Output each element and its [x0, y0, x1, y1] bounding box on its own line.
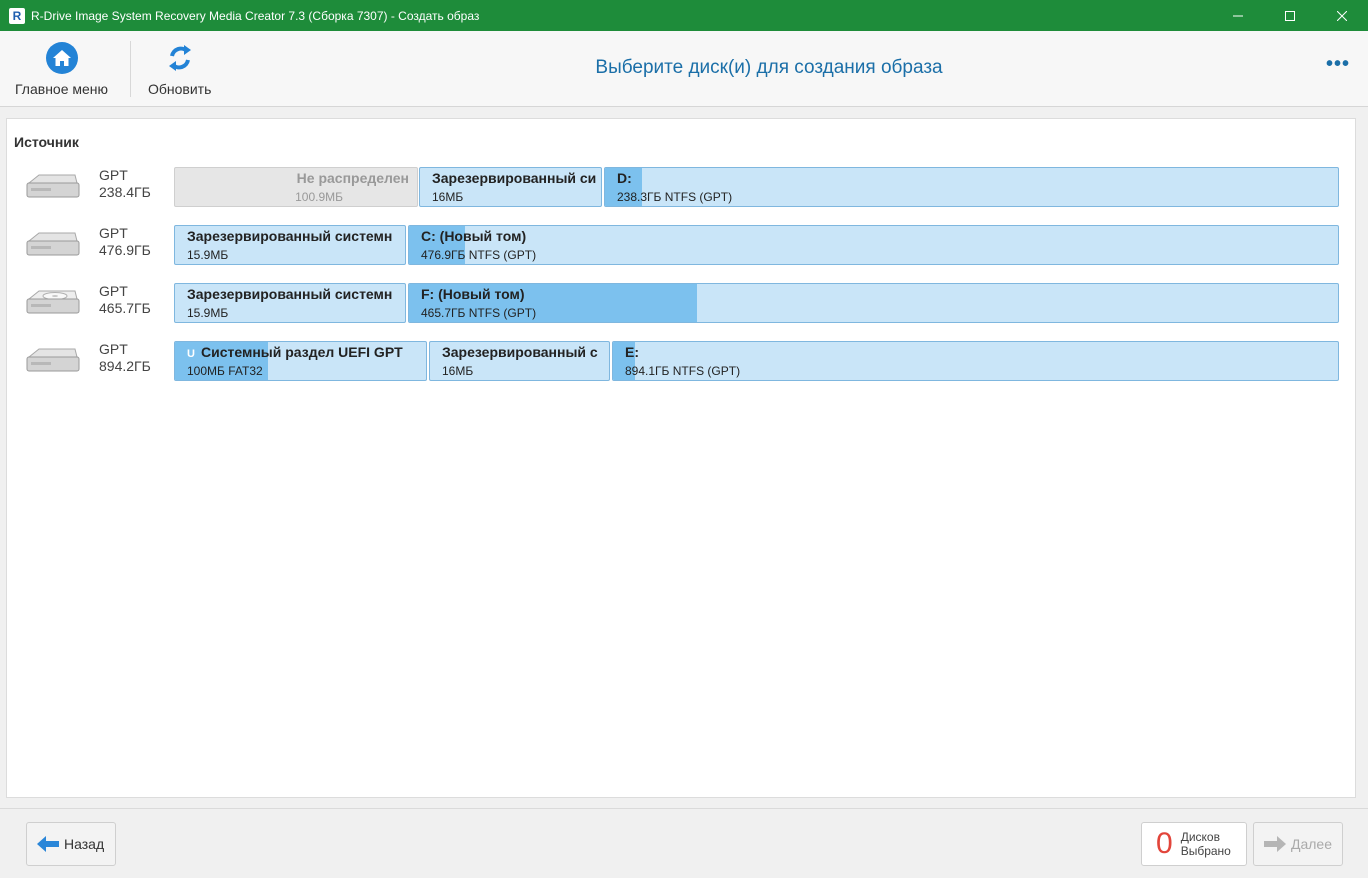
close-button[interactable] — [1316, 0, 1368, 31]
minimize-icon — [1233, 15, 1243, 16]
footer: Назад 0 Дисков Выбрано Далее — [0, 808, 1368, 878]
disk-type: GPT — [99, 225, 128, 241]
window-title: R-Drive Image System Recovery Media Crea… — [31, 8, 480, 23]
selected-caption: Дисков Выбрано — [1181, 830, 1231, 858]
disk-row[interactable]: GPT 238.4ГБ Не распределен 100.9МБ Зарез… — [7, 167, 1347, 209]
toolbar: Главное меню Обновить Выберите диск(и) д… — [0, 31, 1368, 107]
partition[interactable]: C: (Новый том) 476.9ГБ NTFS (GPT) — [408, 225, 1339, 265]
next-button[interactable]: Далее — [1253, 822, 1343, 866]
disk-row[interactable]: GPT 476.9ГБ Зарезервированный системн 15… — [7, 225, 1347, 267]
maximize-icon — [1285, 10, 1295, 21]
page-title: Выберите диск(и) для создания образа — [595, 57, 943, 78]
partition-name: Зарезервированный системн — [187, 286, 393, 302]
partition-info: 476.9ГБ NTFS (GPT) — [421, 248, 537, 262]
disk-row[interactable]: GPT 894.2ГБ U Системный раздел UEFI GPT 1… — [7, 341, 1347, 383]
disk-size: 894.2ГБ — [99, 358, 151, 374]
next-label: Далее — [1291, 836, 1333, 852]
hard-disk-icon — [26, 348, 80, 372]
source-panel: Источник GPT 238.4ГБ Не распределен 100.… — [6, 118, 1356, 798]
partition-name: Зарезервированный системн — [187, 228, 393, 244]
app-icon: R — [9, 7, 25, 24]
partition-name: E: — [625, 344, 639, 360]
close-icon — [1337, 10, 1347, 21]
selected-count: 0 — [1156, 827, 1173, 860]
selected-disks-counter: 0 Дисков Выбрано — [1141, 822, 1247, 866]
partition-name: Системный раздел UEFI GPT — [201, 344, 403, 360]
partition-name: Зарезервированный с — [442, 344, 598, 360]
minimize-button[interactable] — [1212, 0, 1264, 31]
partition[interactable]: Зарезервированный системн 15.9МБ — [174, 225, 406, 265]
partition-info: 16МБ — [442, 364, 474, 378]
partition-name: C: (Новый том) — [421, 228, 527, 244]
title-bar: R R-Drive Image System Recovery Media Cr… — [0, 0, 1368, 31]
disk-size: 465.7ГБ — [99, 300, 151, 316]
partition[interactable]: F: (Новый том) 465.7ГБ NTFS (GPT) — [408, 283, 1339, 323]
partition-unallocated[interactable]: Не распределен 100.9МБ — [174, 167, 418, 207]
disk-type: GPT — [99, 341, 128, 357]
selected-caption-line2: Выбрано — [1180, 844, 1231, 858]
refresh-label: Обновить — [148, 81, 212, 97]
partition[interactable]: E: 894.1ГБ NTFS (GPT) — [612, 341, 1339, 381]
partition-name-wrap: U Системный раздел UEFI GPT — [187, 344, 403, 360]
partition[interactable]: U Системный раздел UEFI GPT 100МБ FAT32 — [174, 341, 427, 381]
partition-info: 238.3ГБ NTFS (GPT) — [617, 190, 733, 204]
hard-disk-icon — [26, 174, 80, 198]
back-button[interactable]: Назад — [26, 822, 116, 866]
partition-info: 100.9МБ — [295, 190, 343, 204]
selected-caption-line1: Дисков — [1180, 830, 1220, 844]
partition-info: 15.9МБ — [187, 306, 229, 320]
partition-name: Не распределен — [296, 170, 409, 186]
arrow-right-icon — [1264, 836, 1286, 852]
partition-info: 15.9МБ — [187, 248, 229, 262]
partition-info: 16МБ — [432, 190, 464, 204]
disk-size: 476.9ГБ — [99, 242, 151, 258]
partition[interactable]: Зарезервированный системн 15.9МБ — [174, 283, 406, 323]
more-options-button[interactable]: ••• — [1326, 53, 1350, 76]
maximize-button[interactable] — [1264, 0, 1316, 31]
partition[interactable]: D: 238.3ГБ NTFS (GPT) — [604, 167, 1339, 207]
partition-name: Зарезервированный си — [432, 170, 597, 186]
partition-name: D: — [617, 170, 632, 186]
uefi-icon: U — [187, 348, 195, 360]
section-title: Источник — [14, 134, 79, 150]
back-label: Назад — [64, 836, 105, 852]
hard-disk-icon — [26, 232, 80, 256]
disk-row[interactable]: GPT 465.7ГБ Зарезервированный системн 15… — [7, 283, 1347, 325]
partition[interactable]: Зарезервированный с 16МБ — [429, 341, 610, 381]
partition-info: 465.7ГБ NTFS (GPT) — [421, 306, 537, 320]
partition[interactable]: Зарезервированный си 16МБ — [419, 167, 602, 207]
arrow-left-icon — [37, 836, 59, 852]
optical-disk-drive-icon — [26, 290, 80, 314]
partition-info: 894.1ГБ NTFS (GPT) — [625, 364, 741, 378]
home-label: Главное меню — [15, 81, 109, 97]
partition-info: 100МБ FAT32 — [187, 364, 263, 378]
disk-type: GPT — [99, 167, 128, 183]
disk-size: 238.4ГБ — [99, 184, 151, 200]
disk-type: GPT — [99, 283, 128, 299]
partition-name: F: (Новый том) — [421, 286, 525, 302]
